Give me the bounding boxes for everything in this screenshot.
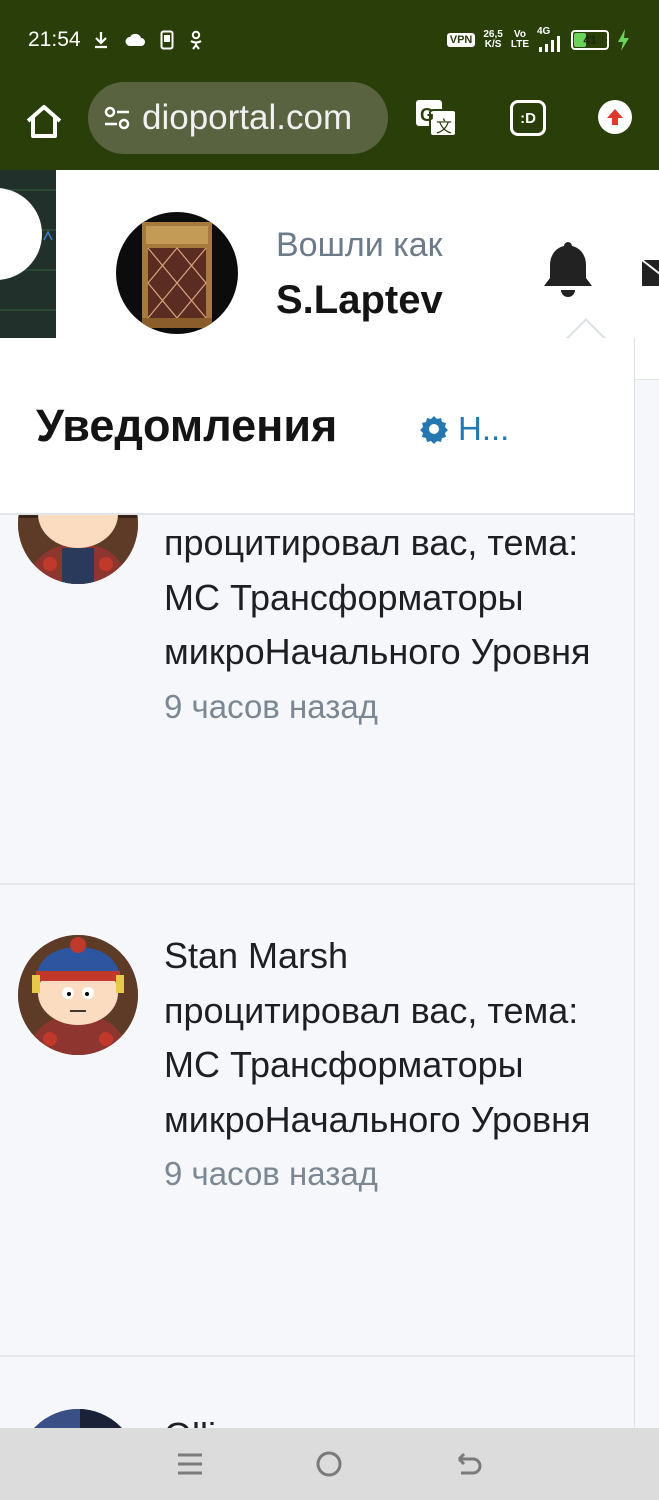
signal-icon: 4G xyxy=(537,26,563,52)
download-icon xyxy=(95,32,107,49)
settings-label[interactable]: Н... xyxy=(458,410,509,448)
notification-message[interactable]: процитировал вас, тема: МС Трансформатор… xyxy=(164,522,590,672)
gear-icon xyxy=(420,416,448,444)
notifications-button[interactable] xyxy=(540,238,596,300)
translate-button[interactable]: G文 xyxy=(414,96,458,140)
volte-indicator: Vo LTE xyxy=(511,30,529,50)
system-navigation-bar xyxy=(0,1428,659,1500)
recent-apps-button[interactable] xyxy=(175,1449,205,1479)
status-system-icons: VPN 26,5 K/S Vo LTE 4G 41 xyxy=(446,26,631,52)
popup-caret xyxy=(568,321,604,339)
circle-icon xyxy=(316,1451,342,1477)
notifications-popup: Уведомления Н... процитировал вас, тема:… xyxy=(0,338,635,1428)
background-content-sliver xyxy=(0,170,56,338)
status-bar: 21:54 VPN 26,5 K/S Vo LTE 4G 41 xyxy=(0,0,659,82)
update-button[interactable] xyxy=(598,100,632,134)
user-avatar[interactable] xyxy=(116,212,238,334)
back-nav-button[interactable] xyxy=(454,1449,484,1479)
svg-text:G: G xyxy=(420,105,434,125)
extension-button[interactable]: :D xyxy=(510,100,546,136)
network-speed: 26,5 K/S xyxy=(483,30,502,50)
username[interactable]: S.Laptev xyxy=(276,278,443,323)
status-notification-icons xyxy=(92,30,204,50)
cloud-icon xyxy=(125,33,145,46)
popup-header: Уведомления Н... xyxy=(0,338,634,515)
browser-toolbar: dioportal.com G文 :D xyxy=(0,82,659,170)
notification-message[interactable]: Stan Marsh процитировал вас, тема: МС Тр… xyxy=(164,935,590,1140)
list-item[interactable]: Ollieq процитировал xyxy=(0,1357,634,1428)
notification-time: 9 часов назад xyxy=(164,1155,378,1192)
notification-text[interactable]: Ollieq процитировал xyxy=(164,1409,594,1428)
home-icon xyxy=(26,105,62,138)
avatar[interactable] xyxy=(18,935,138,1055)
phone-icon xyxy=(160,30,174,50)
envelope-icon xyxy=(641,259,659,286)
arrow-up-icon xyxy=(607,109,623,125)
notification-settings-link[interactable]: Н... xyxy=(418,410,509,448)
logged-in-as-label: Вошли как xyxy=(276,226,443,264)
battery-indicator: 41 xyxy=(571,30,609,50)
back-arrow-icon xyxy=(458,1452,482,1475)
notification-text[interactable]: процитировал вас, тема: МС Трансформатор… xyxy=(164,516,594,734)
url-text[interactable]: dioportal.com xyxy=(142,98,382,138)
site-settings-icon[interactable] xyxy=(102,103,132,133)
status-time: 21:54 xyxy=(28,28,81,51)
svg-text:文: 文 xyxy=(436,118,452,136)
notification-time: 9 часов назад xyxy=(164,687,378,725)
battery-level: 41 xyxy=(583,33,597,47)
avatar[interactable] xyxy=(18,1409,138,1428)
notification-message[interactable]: Ollieq процитировал xyxy=(164,1415,503,1428)
translate-icon: G文 xyxy=(416,100,457,137)
notification-text[interactable]: Stan Marsh процитировал вас, тема: МС Тр… xyxy=(164,929,594,1202)
network-speed-unit: K/S xyxy=(484,39,502,50)
charging-icon xyxy=(618,29,629,51)
messages-button[interactable] xyxy=(640,252,659,292)
popup-title: Уведомления xyxy=(36,400,338,451)
address-bar[interactable]: dioportal.com xyxy=(88,82,388,154)
vpn-badge: VPN xyxy=(446,33,476,47)
list-item[interactable]: Stan Marsh процитировал вас, тема: МС Тр… xyxy=(0,885,634,1357)
bell-icon xyxy=(544,242,592,297)
volte-bottom: LTE xyxy=(510,39,529,50)
home-button[interactable] xyxy=(22,100,66,144)
menu-icon xyxy=(177,1453,202,1475)
odnoklassniki-icon xyxy=(190,30,202,50)
list-item[interactable]: процитировал вас, тема: МС Трансформатор… xyxy=(0,458,634,885)
home-nav-button[interactable] xyxy=(314,1449,344,1479)
